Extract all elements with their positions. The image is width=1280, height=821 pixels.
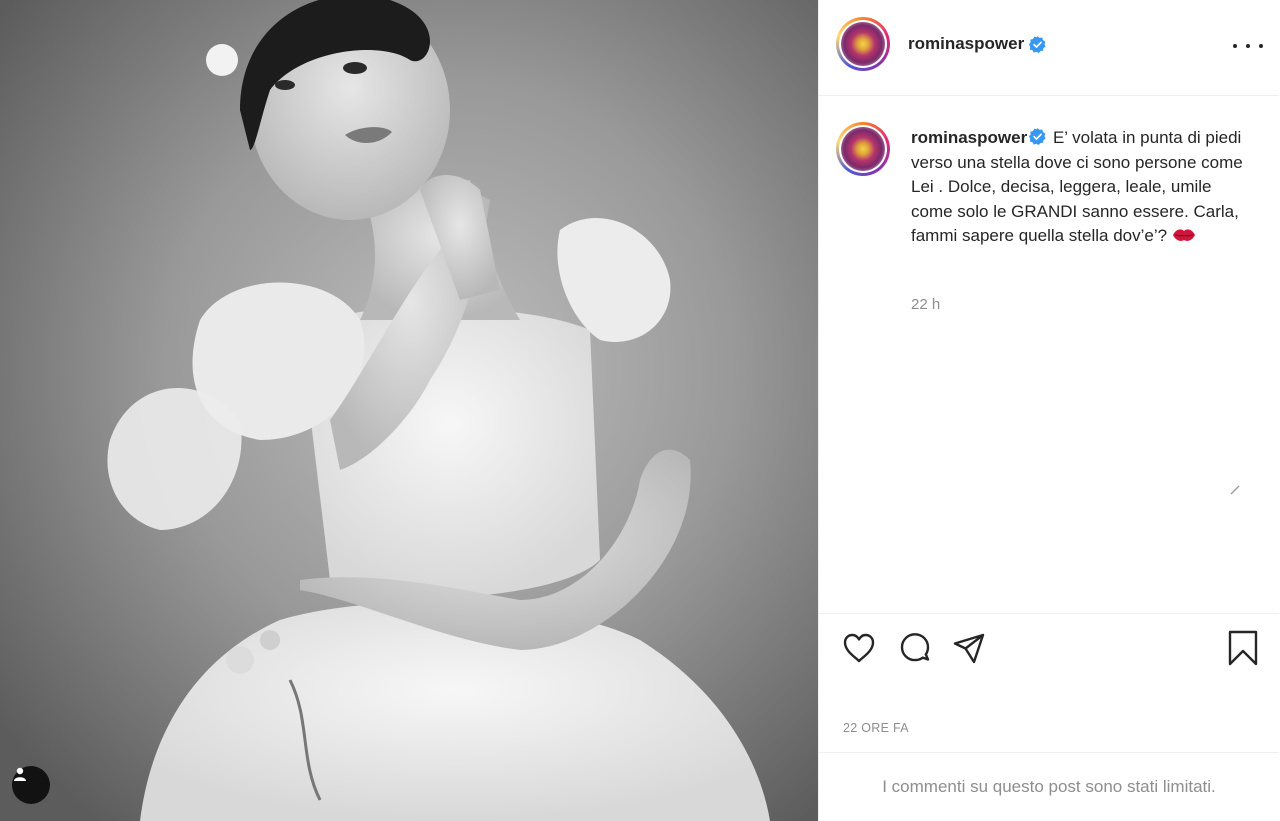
- post-caption: rominaspower E’ volata in punta di piedi…: [911, 126, 1251, 249]
- caption-username[interactable]: rominaspower: [911, 128, 1027, 147]
- comment-icon: [900, 633, 930, 662]
- lips-emoji-icon: [1172, 229, 1195, 241]
- post-header: rominaspower: [819, 0, 1279, 96]
- username-text[interactable]: rominaspower: [908, 34, 1024, 54]
- save-button[interactable]: [1223, 628, 1263, 668]
- heart-icon: [843, 633, 875, 663]
- bookmark-icon: [1228, 630, 1258, 666]
- avatar-image: [841, 22, 885, 66]
- user-tag-icon[interactable]: [12, 766, 50, 804]
- caption-timestamp[interactable]: 22 h: [911, 296, 940, 313]
- ballerina-photo: [0, 0, 818, 821]
- author-avatar[interactable]: [836, 17, 890, 71]
- paper-plane-icon: [953, 633, 985, 664]
- more-options-icon[interactable]: [1233, 34, 1263, 58]
- post-photo[interactable]: [0, 0, 818, 821]
- avatar-image: [841, 127, 885, 171]
- verified-badge-icon: [1029, 35, 1046, 53]
- share-button[interactable]: [949, 628, 989, 668]
- verified-badge-icon: [1029, 128, 1046, 145]
- caption-author-avatar[interactable]: [836, 122, 890, 176]
- posted-time-ago[interactable]: 22 ORE FA: [843, 721, 909, 735]
- comment-button[interactable]: [895, 628, 935, 668]
- post-sidebar: rominaspower rominaspower E’ volata in p…: [818, 0, 1280, 821]
- like-button[interactable]: [839, 628, 879, 668]
- author-username[interactable]: rominaspower: [908, 34, 1046, 54]
- comments-limited-notice: I commenti su questo post sono stati lim…: [819, 752, 1279, 821]
- post-actions: [819, 613, 1279, 683]
- resize-handle-icon: [1230, 485, 1240, 495]
- instagram-post-modal: rominaspower rominaspower E’ volata in p…: [0, 0, 1280, 821]
